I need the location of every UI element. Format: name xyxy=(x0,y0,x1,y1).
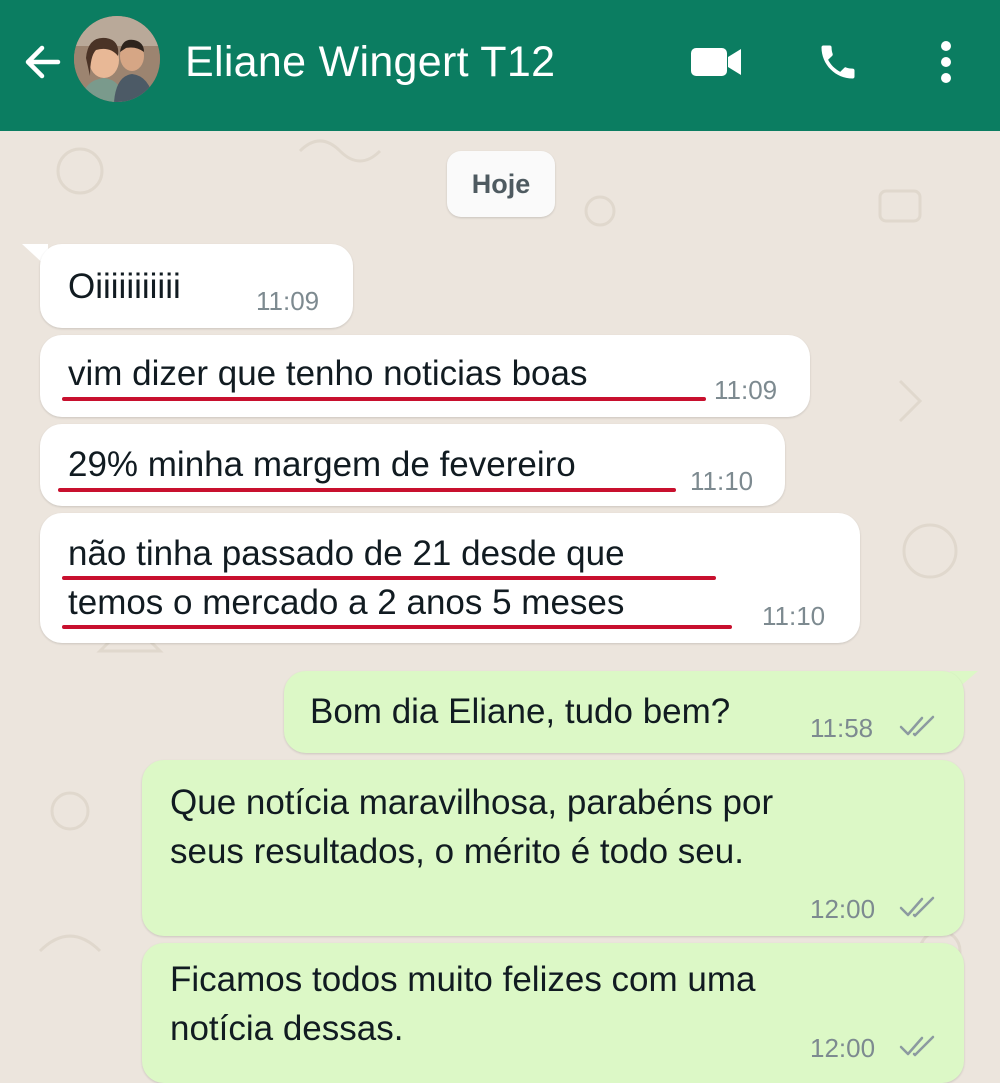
double-check-icon xyxy=(899,715,935,737)
more-vertical-icon xyxy=(941,41,951,83)
double-check-icon xyxy=(899,896,935,918)
message-text: vim dizer que tenho noticias boas xyxy=(68,354,588,393)
message-outgoing[interactable]: Bom dia Eliane, tudo bem? 11:58 xyxy=(284,671,964,753)
double-check-icon xyxy=(899,1035,935,1057)
message-time: 11:09 xyxy=(714,375,778,405)
contact-avatar[interactable] xyxy=(74,16,160,102)
chat-header: Eliane Wingert T12 xyxy=(0,0,1000,131)
message-incoming[interactable]: Oiiiiiiiiiii 11:09 xyxy=(40,244,353,328)
red-underline xyxy=(62,397,706,401)
arrow-left-icon xyxy=(25,45,61,79)
red-underline xyxy=(62,576,716,580)
voice-call-button[interactable] xyxy=(810,34,866,90)
message-text: Que notícia maravilhosa, parabéns por se… xyxy=(170,783,774,871)
message-time: 12:00 xyxy=(810,894,876,924)
message-time: 12:00 xyxy=(810,1033,876,1063)
date-separator: Hoje xyxy=(447,151,555,217)
message-text: Oiiiiiiiiiii xyxy=(68,267,181,306)
phone-icon xyxy=(821,45,855,79)
message-incoming[interactable]: 29% minha margem de fevereiro 11:10 xyxy=(40,424,785,506)
more-options-button[interactable] xyxy=(918,34,974,90)
video-camera-icon xyxy=(691,48,741,76)
message-text: Ficamos todos muito felizes com uma notí… xyxy=(170,960,756,1048)
message-incoming[interactable]: vim dizer que tenho noticias boas 11:09 xyxy=(40,335,810,417)
message-outgoing[interactable]: Que notícia maravilhosa, parabéns por se… xyxy=(142,760,964,936)
message-time: 11:10 xyxy=(762,601,826,631)
back-button[interactable] xyxy=(16,36,68,88)
avatar-photo xyxy=(74,16,160,102)
video-call-button[interactable] xyxy=(688,34,744,90)
message-outgoing[interactable]: Ficamos todos muito felizes com uma notí… xyxy=(142,943,964,1083)
message-time: 11:09 xyxy=(256,286,320,316)
red-underline xyxy=(62,625,732,629)
contact-name[interactable]: Eliane Wingert T12 xyxy=(185,36,555,88)
red-underline xyxy=(58,488,676,492)
message-time: 11:10 xyxy=(690,466,754,496)
message-time: 11:58 xyxy=(810,713,874,743)
message-text: 29% minha margem de fevereiro xyxy=(68,445,576,484)
message-text: Bom dia Eliane, tudo bem? xyxy=(310,692,731,731)
